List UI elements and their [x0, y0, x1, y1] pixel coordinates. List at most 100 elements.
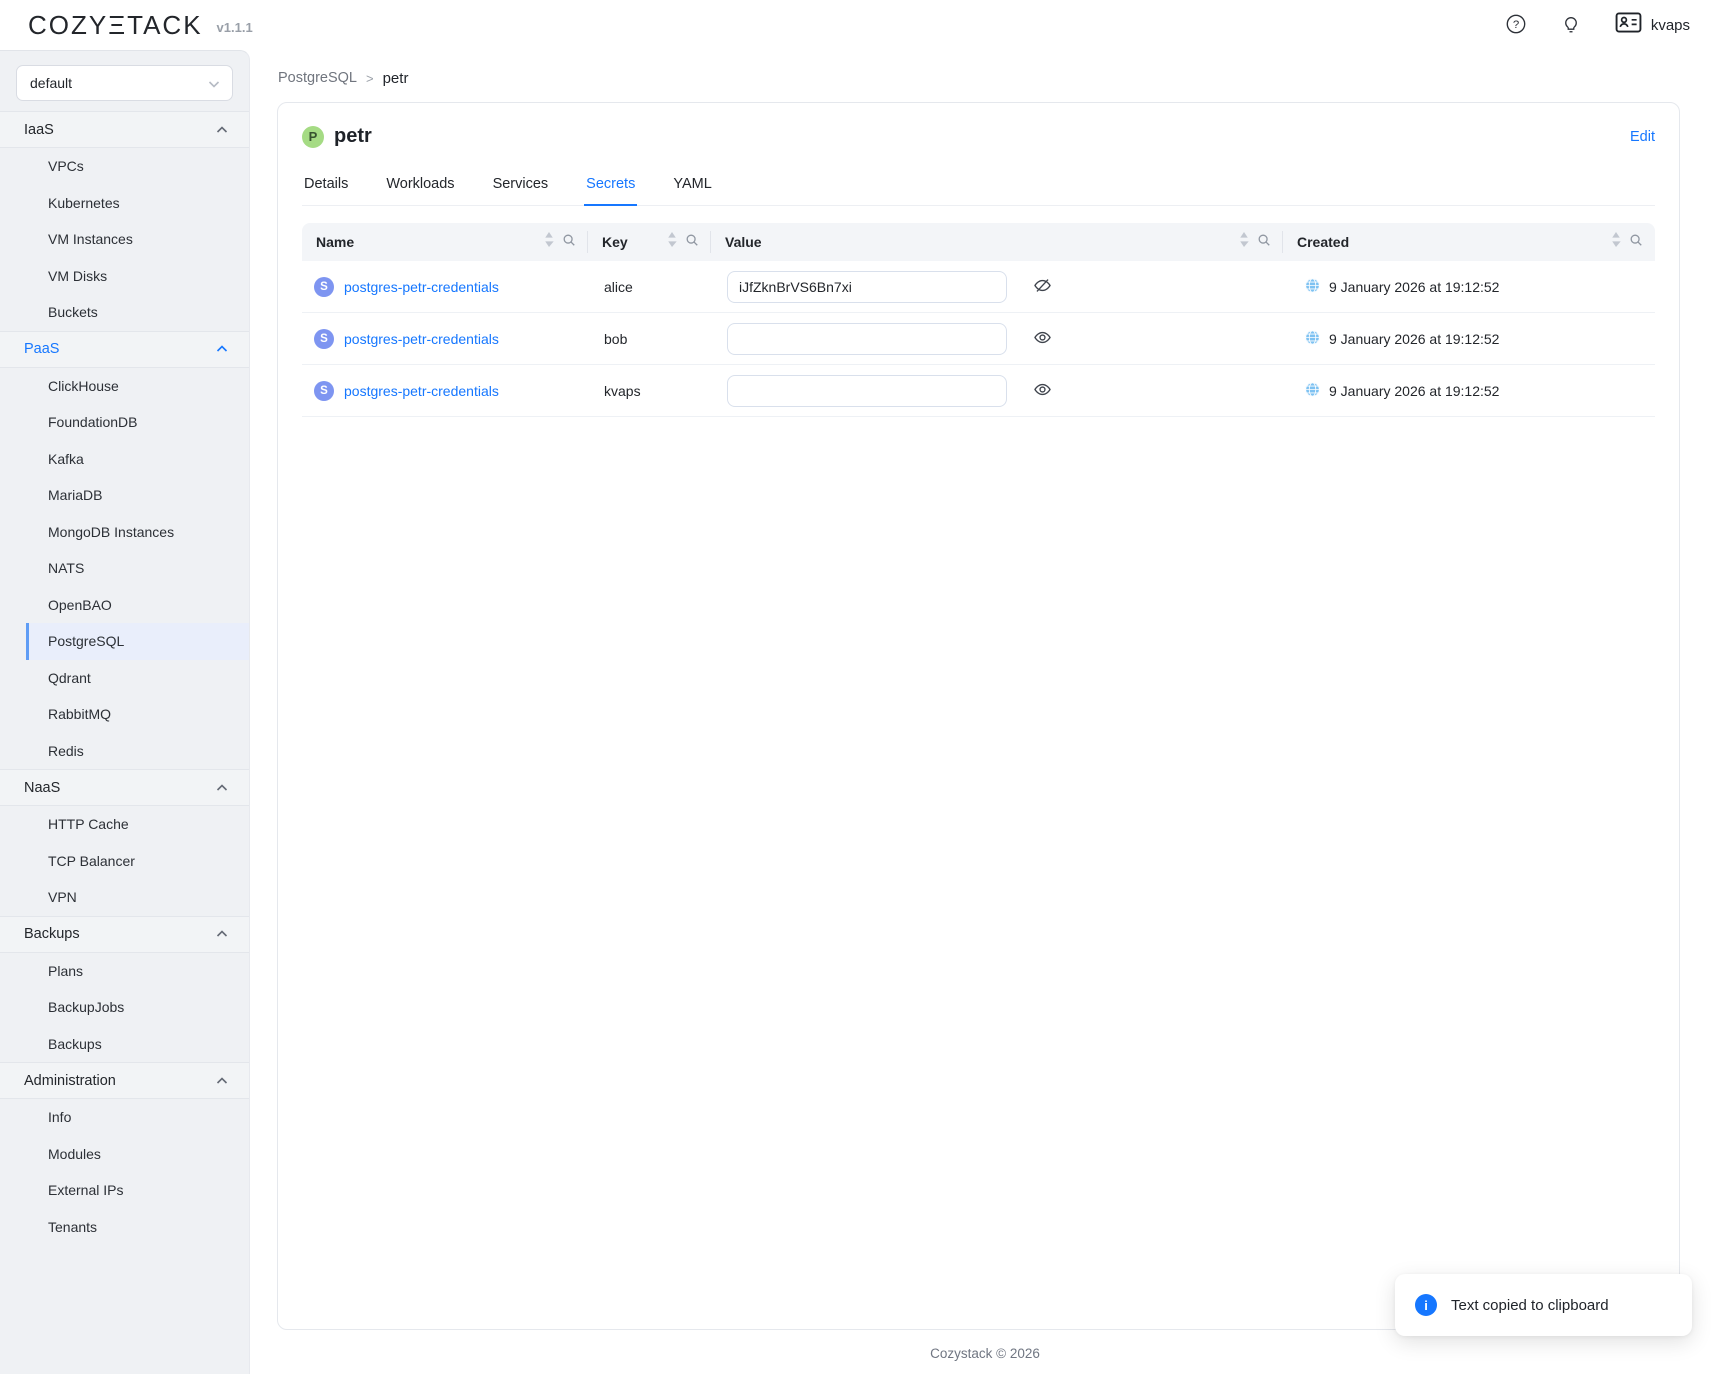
edit-button[interactable]: Edit	[1630, 129, 1655, 145]
sidebar-section-naas[interactable]: NaaS	[0, 769, 249, 806]
sidebar-item-buckets[interactable]: Buckets	[0, 294, 249, 331]
sidebar-item-external-ips[interactable]: External IPs	[0, 1172, 249, 1209]
tab-secrets[interactable]: Secrets	[584, 166, 637, 206]
sidebar-section-administration[interactable]: Administration	[0, 1062, 249, 1099]
avatar: P	[302, 126, 324, 148]
sidebar-item-label: PostgreSQL	[48, 633, 124, 649]
sidebar-item-plans[interactable]: Plans	[0, 953, 249, 990]
user-menu[interactable]: kvaps	[1615, 12, 1690, 38]
tab-yaml[interactable]: YAML	[671, 166, 713, 206]
toast-message: Text copied to clipboard	[1451, 1297, 1609, 1314]
search-icon[interactable]	[562, 233, 576, 252]
breadcrumb-parent[interactable]: PostgreSQL	[278, 70, 357, 86]
sidebar-item-foundationdb[interactable]: FoundationDB	[0, 404, 249, 441]
sidebar-item-rabbitmq[interactable]: RabbitMQ	[0, 696, 249, 733]
column-header-value: Value	[711, 223, 1283, 261]
sort-icon[interactable]	[667, 232, 677, 252]
search-icon[interactable]	[1629, 233, 1643, 252]
sidebar-item-vpn[interactable]: VPN	[0, 879, 249, 916]
secret-value-input[interactable]	[727, 375, 1007, 407]
sidebar-item-kubernetes[interactable]: Kubernetes	[0, 185, 249, 222]
secret-value-input[interactable]	[727, 323, 1007, 355]
search-icon[interactable]	[685, 233, 699, 252]
sidebar-section-paas[interactable]: PaaS	[0, 331, 249, 368]
username-label: kvaps	[1651, 17, 1690, 34]
sidebar-item-modules[interactable]: Modules	[0, 1136, 249, 1173]
sidebar-item-vm-disks[interactable]: VM Disks	[0, 258, 249, 295]
section-label: Administration	[24, 1073, 116, 1089]
workspace-select-value: default	[30, 75, 72, 91]
topbar: COZYΞTACK v1.1.1 ?	[0, 0, 1720, 50]
sidebar-item-nats[interactable]: NATS	[0, 550, 249, 587]
secret-key: bob	[588, 331, 711, 347]
sidebar-item-mongodb-instances[interactable]: MongoDB Instances	[0, 514, 249, 551]
info-icon: i	[1415, 1294, 1437, 1316]
workspace-select[interactable]: default	[16, 65, 233, 101]
show-value-button[interactable]	[1033, 328, 1052, 350]
sidebar-item-label: Buckets	[48, 304, 98, 320]
tab-services[interactable]: Services	[491, 166, 551, 206]
sidebar-item-label: ClickHouse	[48, 378, 119, 394]
sidebar-item-label: Info	[48, 1109, 71, 1125]
hide-value-button[interactable]	[1033, 276, 1052, 298]
section-label: PaaS	[24, 341, 59, 357]
column-header-key: Key	[588, 223, 711, 261]
app-version: v1.1.1	[217, 20, 253, 35]
sidebar-item-label: VPN	[48, 889, 77, 905]
secret-key: kvaps	[588, 383, 711, 399]
screen: COZYΞTACK v1.1.1 ?	[0, 0, 1720, 1374]
chevron-up-icon	[216, 122, 228, 138]
sidebar-item-backups[interactable]: Backups	[0, 1026, 249, 1063]
tab-details[interactable]: Details	[302, 166, 350, 206]
sort-icon[interactable]	[544, 232, 554, 252]
sidebar-item-qdrant[interactable]: Qdrant	[0, 660, 249, 697]
sidebar-section-backups[interactable]: Backups	[0, 916, 249, 953]
sidebar-item-label: Plans	[48, 963, 83, 979]
chevron-up-icon	[216, 1073, 228, 1089]
column-header-name: Name	[302, 223, 588, 261]
secret-name-link[interactable]: postgres-petr-credentials	[344, 279, 499, 295]
sidebar-item-label: MongoDB Instances	[48, 524, 174, 540]
sidebar-item-redis[interactable]: Redis	[0, 733, 249, 770]
theme-toggle-button[interactable]	[1561, 13, 1581, 38]
help-button[interactable]: ?	[1505, 13, 1527, 38]
sidebar-item-tcp-balancer[interactable]: TCP Balancer	[0, 843, 249, 880]
sidebar-item-openbao[interactable]: OpenBAO	[0, 587, 249, 624]
sidebar-item-label: HTTP Cache	[48, 816, 129, 832]
sidebar-item-clickhouse[interactable]: ClickHouse	[0, 368, 249, 405]
sidebar-item-label: Modules	[48, 1146, 101, 1162]
sidebar-item-label: Kubernetes	[48, 195, 120, 211]
sidebar-section-iaas[interactable]: IaaS	[0, 111, 249, 148]
sort-icon[interactable]	[1239, 232, 1249, 252]
globe-icon	[1304, 381, 1321, 401]
secret-badge: S	[314, 381, 334, 401]
created-timestamp: 9 January 2026 at 19:12:52	[1329, 331, 1499, 347]
sidebar-item-kafka[interactable]: Kafka	[0, 441, 249, 478]
breadcrumb-current: petr	[383, 70, 409, 87]
sidebar-item-http-cache[interactable]: HTTP Cache	[0, 806, 249, 843]
show-value-button[interactable]	[1033, 380, 1052, 402]
sidebar-item-backupjobs[interactable]: BackupJobs	[0, 989, 249, 1026]
sidebar-item-vpcs[interactable]: VPCs	[0, 148, 249, 185]
secret-name-link[interactable]: postgres-petr-credentials	[344, 383, 499, 399]
section-label: NaaS	[24, 780, 60, 796]
sidebar-item-tenants[interactable]: Tenants	[0, 1209, 249, 1246]
created-timestamp: 9 January 2026 at 19:12:52	[1329, 279, 1499, 295]
secret-value-input[interactable]	[727, 271, 1007, 303]
chevron-up-icon	[216, 341, 228, 357]
sidebar-item-info[interactable]: Info	[0, 1099, 249, 1136]
svg-text:?: ?	[1513, 18, 1519, 30]
secret-name-link[interactable]: postgres-petr-credentials	[344, 331, 499, 347]
sidebar-item-vm-instances[interactable]: VM Instances	[0, 221, 249, 258]
app-logo: COZYΞTACK	[28, 10, 203, 41]
search-icon[interactable]	[1257, 233, 1271, 252]
sidebar: default IaaS VPCs Kubernetes VM Instance…	[0, 50, 250, 1374]
sidebar-item-label: VM Disks	[48, 268, 107, 284]
sort-icon[interactable]	[1611, 232, 1621, 252]
sidebar-item-label: MariaDB	[48, 487, 102, 503]
sidebar-item-postgresql[interactable]: PostgreSQL	[26, 623, 249, 660]
tab-workloads[interactable]: Workloads	[384, 166, 456, 206]
column-label: Value	[725, 234, 762, 250]
sidebar-item-mariadb[interactable]: MariaDB	[0, 477, 249, 514]
question-circle-icon: ?	[1505, 13, 1527, 38]
